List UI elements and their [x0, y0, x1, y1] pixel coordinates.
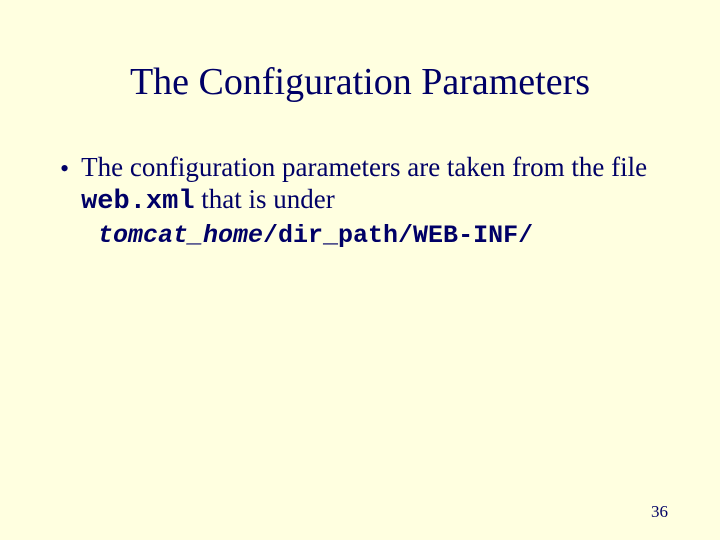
bullet-marker-icon: • — [60, 154, 69, 184]
slide-title: The Configuration Parameters — [0, 0, 720, 134]
slide-content: • The configuration parameters are taken… — [0, 134, 720, 219]
bullet-text: The configuration parameters are taken f… — [81, 152, 670, 219]
bullet-code: web.xml — [81, 187, 194, 217]
bullet-item: • The configuration parameters are taken… — [60, 152, 670, 219]
path-italic-part: tomcat_home — [98, 221, 263, 250]
path-line: tomcat_home/dir_path/WEB-INF/ — [0, 221, 720, 250]
bullet-text-part2: that is under — [195, 184, 335, 214]
bullet-text-part1: The configuration parameters are taken f… — [81, 152, 647, 182]
slide-container: The Configuration Parameters • The confi… — [0, 0, 720, 540]
path-rest-part: /dir_path/WEB-INF/ — [263, 221, 533, 250]
page-number: 36 — [651, 502, 668, 522]
